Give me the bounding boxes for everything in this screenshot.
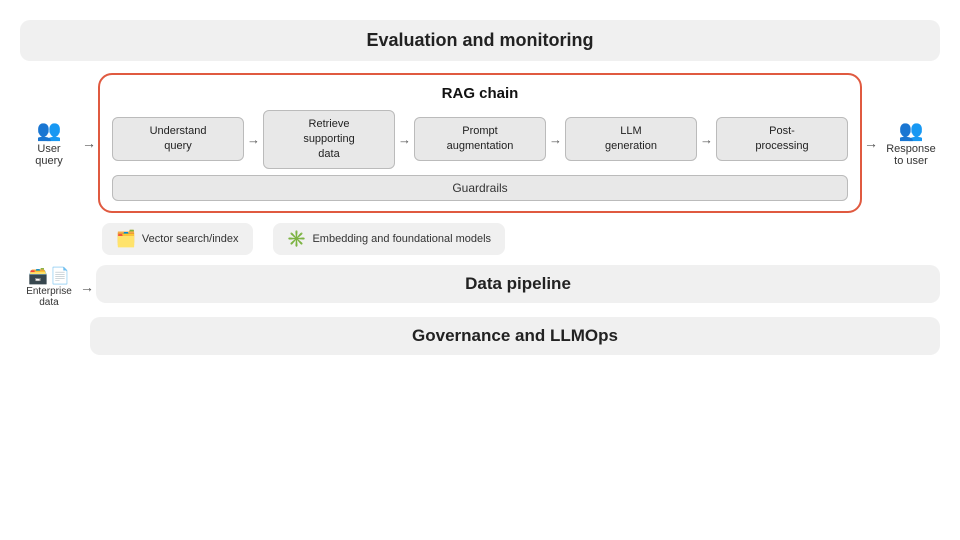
guardrails-row: Guardrails	[112, 175, 848, 201]
arrow-3: →	[546, 132, 565, 147]
arrow-1: →	[244, 132, 263, 147]
vector-search-item: 🗂️ Vector search/index	[102, 223, 253, 255]
connectors-area: 🗂️ Vector search/index ✳️ Embedding and …	[82, 223, 940, 255]
rag-title: RAG chain	[112, 85, 848, 102]
embedding-icon: ✳️	[287, 229, 307, 249]
response-icon: 👥	[899, 118, 924, 143]
step-post: Post-processing	[716, 117, 848, 161]
arrow-to-rag: →	[82, 135, 96, 151]
evaluation-banner: Evaluation and monitoring	[20, 20, 940, 61]
user-icon: 👥	[37, 118, 62, 143]
enterprise-icon-2: 📄	[50, 266, 70, 286]
enterprise-data-block: 🗃️ 📄 Enterprise data	[20, 266, 78, 308]
steps-row: Understandquery → Retrievesupportingdata…	[112, 110, 848, 169]
governance-row: Governance and LLMOps	[20, 317, 940, 362]
arrow-4: →	[697, 132, 716, 147]
user-query-block: 👥 User query	[20, 118, 78, 167]
data-pipeline-wrapper: Data pipeline	[96, 265, 940, 310]
data-pipeline-row: 🗃️ 📄 Enterprise data → Data pipeline	[20, 265, 940, 310]
data-pipeline-banner: Data pipeline	[96, 265, 940, 303]
step-prompt: Promptaugmentation	[414, 117, 546, 161]
arrow-enterprise: →	[80, 279, 94, 295]
step-retrieve: Retrievesupportingdata	[263, 110, 395, 169]
rag-chain-box: RAG chain Understandquery → Retrievesupp…	[98, 73, 862, 213]
enterprise-icons: 🗃️ 📄	[28, 266, 70, 286]
arrow-2: →	[395, 132, 414, 147]
arrow-spacer	[82, 317, 90, 362]
diagram: Evaluation and monitoring 👥 User query →…	[10, 10, 950, 530]
enterprise-icon-1: 🗃️	[28, 266, 48, 286]
step-understand: Understandquery	[112, 117, 244, 161]
governance-banner: Governance and LLMOps	[90, 317, 940, 355]
governance-spacer	[20, 317, 82, 362]
arrow-from-rag: →	[864, 135, 878, 151]
vector-search-icon: 🗂️	[116, 229, 136, 249]
step-llm: LLMgeneration	[565, 117, 697, 161]
rag-section: 👥 User query → RAG chain Understandquery…	[20, 73, 940, 213]
response-block: 👥 Response to user	[882, 118, 940, 167]
embedding-item: ✳️ Embedding and foundational models	[273, 223, 506, 255]
